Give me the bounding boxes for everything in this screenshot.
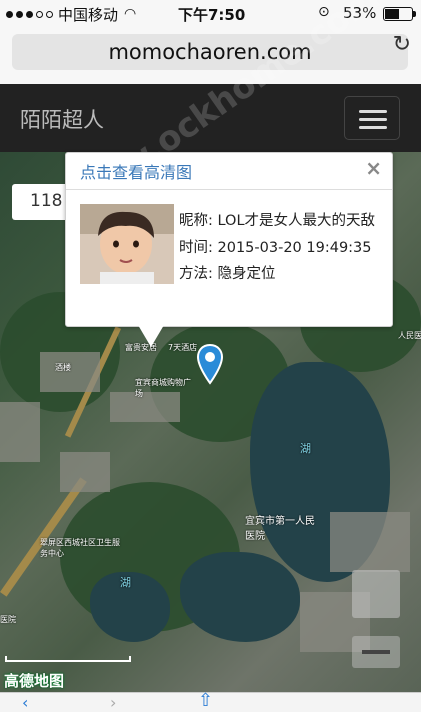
- popup-pointer: [138, 325, 164, 347]
- nickname-label: 昵称:: [179, 213, 213, 229]
- map-label: 翠屏区西城社区卫生服务中心: [40, 538, 120, 558]
- map-label: 酒楼: [55, 363, 71, 372]
- nickname-value: LOL才是女人最大的天敌: [217, 213, 376, 229]
- map-label: 湖: [120, 576, 131, 589]
- browser-toolbar: ‹ › ⇧: [0, 690, 421, 712]
- hamburger-menu-button[interactable]: [344, 96, 400, 140]
- map-label: 宜宾商城购物广场: [135, 378, 191, 398]
- app-header: 陌陌超人: [0, 84, 421, 152]
- time-value: 2015-03-20 19:49:35: [217, 239, 372, 256]
- map-label: 宜宾市第一人民医院: [245, 516, 315, 542]
- carrier-name: 中国移动: [58, 5, 119, 24]
- map-provider-logo: 高德地图: [4, 672, 65, 690]
- map-layers-button[interactable]: [352, 570, 400, 618]
- browser-url-area: momochaoren.com ↻: [0, 28, 421, 84]
- url-field[interactable]: momochaoren.com: [12, 34, 408, 70]
- app-title[interactable]: 陌陌超人: [20, 104, 104, 134]
- location-marker-icon[interactable]: [196, 343, 224, 391]
- avatar-photo[interactable]: [80, 204, 174, 284]
- status-bar: 中国移动 ◠ 下午7:50 ⊙ 53%: [0, 0, 421, 28]
- battery-icon: [383, 7, 416, 21]
- map-label: 人民医: [398, 331, 421, 340]
- popup-divider: [66, 189, 392, 190]
- signal-strength-icon: [6, 10, 53, 18]
- reload-icon[interactable]: ↻: [393, 32, 411, 57]
- status-time: 下午7:50: [178, 6, 246, 24]
- rotation-lock-icon: ⊙: [318, 4, 330, 20]
- url-text: momochaoren.com: [108, 40, 312, 64]
- back-icon[interactable]: ‹: [22, 693, 28, 712]
- map-label: 医院: [0, 615, 16, 624]
- info-popup[interactable]: 点击查看高清图 × 昵称: LOL才是女人最大的天敌 时间: 2015-03-2…: [65, 152, 393, 327]
- method-label: 方法:: [179, 266, 213, 282]
- time-label: 时间:: [179, 239, 213, 256]
- map-label: 7天酒店: [168, 343, 198, 352]
- time-row: 时间: 2015-03-20 19:49:35: [179, 235, 384, 262]
- method-value: 隐身定位: [217, 266, 276, 282]
- close-icon[interactable]: ×: [365, 156, 382, 180]
- view-hd-image-link[interactable]: 点击查看高清图: [80, 159, 192, 183]
- method-row: 方法: 隐身定位: [179, 261, 384, 288]
- share-icon[interactable]: ⇧: [198, 690, 213, 711]
- popup-info: 昵称: LOL才是女人最大的天敌 时间: 2015-03-20 19:49:35…: [179, 208, 384, 288]
- map-scale-bar: [5, 656, 131, 662]
- map-label: 湖: [300, 442, 311, 455]
- map-search-box[interactable]: 118: [12, 184, 72, 220]
- zoom-out-button[interactable]: [352, 636, 400, 668]
- wifi-icon: ◠: [124, 6, 137, 22]
- battery-percent: 53%: [343, 4, 377, 22]
- nickname-row: 昵称: LOL才是女人最大的天敌: [179, 208, 384, 235]
- forward-icon[interactable]: ›: [110, 693, 116, 712]
